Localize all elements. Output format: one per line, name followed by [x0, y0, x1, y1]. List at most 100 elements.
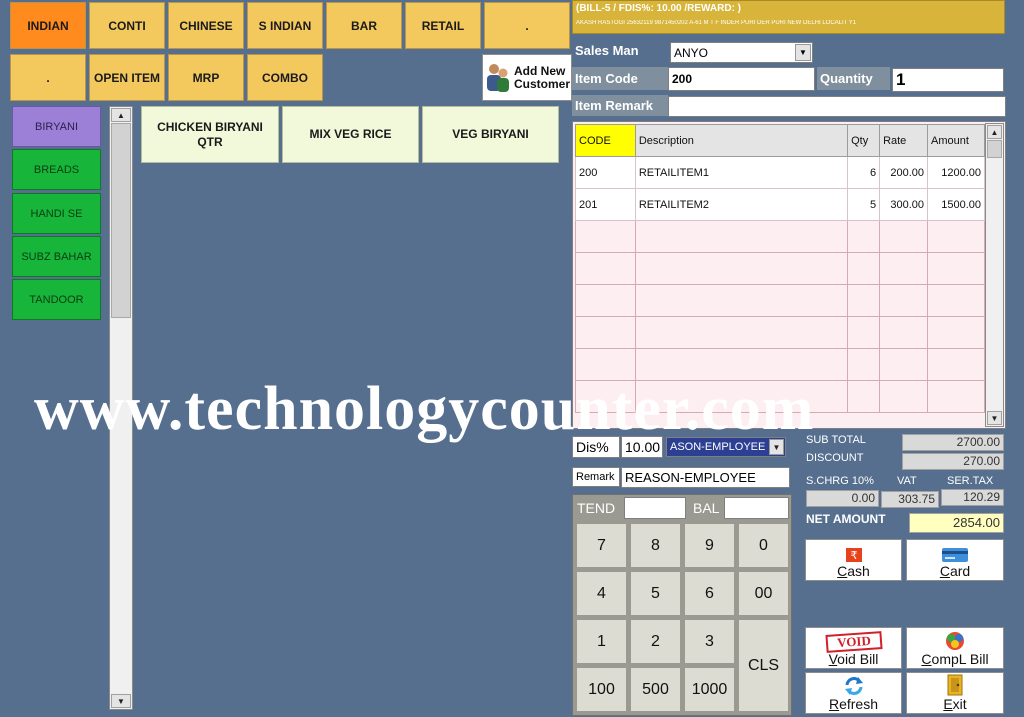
- salesman-value: ANYO: [674, 45, 709, 60]
- bill-title: (BILL-5 / FDIS%: 10.00 /REWARD: ): [576, 3, 742, 14]
- grid-scrollbar[interactable]: ▲ ▼: [985, 123, 1004, 427]
- chevron-down-icon[interactable]: ▼: [769, 439, 784, 455]
- scroll-down-icon[interactable]: ▼: [111, 694, 131, 708]
- card-label: Card: [939, 563, 971, 579]
- item-veg-biryani[interactable]: VEG BIRYANI: [422, 106, 559, 163]
- item-remark-input[interactable]: [668, 96, 1006, 117]
- table-row-empty[interactable]: [575, 316, 985, 349]
- card-button[interactable]: Card: [906, 539, 1004, 581]
- quantity-label: Quantity: [817, 67, 890, 90]
- scroll-thumb[interactable]: [111, 123, 131, 318]
- cell-description: RETAILITEM2: [634, 188, 849, 221]
- compl-bill-button[interactable]: CompL Bill: [906, 627, 1004, 669]
- item-chicken-biryani-qtr[interactable]: CHICKEN BIRYANI QTR: [141, 106, 279, 163]
- table-row-empty[interactable]: [575, 380, 985, 413]
- subcategory-scrollbar[interactable]: ▲ ▼: [109, 106, 133, 710]
- table-row-empty[interactable]: [575, 348, 985, 381]
- category-blank-1[interactable]: .: [484, 2, 570, 49]
- key-00[interactable]: 00: [738, 571, 789, 616]
- table-row-empty[interactable]: [575, 252, 985, 285]
- scroll-down-icon[interactable]: ▼: [987, 411, 1002, 425]
- cell-code: 201: [575, 188, 636, 221]
- discount-input[interactable]: 10.00: [621, 436, 663, 458]
- chevron-down-icon[interactable]: ▼: [795, 44, 811, 61]
- key-cls[interactable]: CLS: [738, 619, 789, 712]
- complimentary-icon: [946, 632, 964, 650]
- key-100[interactable]: 100: [576, 667, 627, 712]
- users-icon: [487, 63, 509, 92]
- discount-reason-value: ASON-EMPLOYEE: [670, 441, 766, 453]
- table-row-empty[interactable]: [575, 220, 985, 253]
- cash-button[interactable]: ₹ Cash: [805, 539, 902, 581]
- category-combo[interactable]: COMBO: [247, 54, 323, 101]
- add-customer-button[interactable]: Add New Customer: [482, 54, 572, 101]
- key-6[interactable]: 6: [684, 571, 735, 616]
- remark-input[interactable]: REASON-EMPLOYEE: [621, 467, 790, 488]
- bill-grid: CODE Description Qty Rate Amount 200 RET…: [572, 121, 1006, 429]
- category-bar[interactable]: BAR: [326, 2, 402, 49]
- quantity-input[interactable]: 1: [892, 68, 1004, 92]
- discount-reason-select[interactable]: ASON-EMPLOYEE ▼: [666, 437, 786, 457]
- tend-input[interactable]: [624, 497, 686, 519]
- schrg-label: S.CHRG 10%: [806, 475, 874, 487]
- col-header-description: Description: [634, 124, 849, 157]
- salesman-label: Sales Man: [575, 43, 639, 58]
- key-2[interactable]: 2: [630, 619, 681, 664]
- key-5[interactable]: 5: [630, 571, 681, 616]
- cell-description: RETAILITEM1: [634, 156, 849, 189]
- subcategory-handi-se[interactable]: HANDI SE: [12, 193, 101, 234]
- cell-code: 200: [575, 156, 636, 189]
- col-header-amount: Amount: [927, 124, 985, 157]
- category-retail[interactable]: RETAIL: [405, 2, 481, 49]
- table-row[interactable]: 200 RETAILITEM1 6 200.00 1200.00: [575, 156, 985, 189]
- item-code-input[interactable]: 200: [668, 67, 815, 91]
- rupee-icon: ₹: [845, 548, 862, 562]
- subcategory-breads[interactable]: BREADS: [12, 149, 101, 190]
- subcategory-subz-bahar[interactable]: SUBZ BAHAR: [12, 236, 101, 277]
- subcategory-biryani[interactable]: BIRYANI: [12, 106, 101, 147]
- key-1000[interactable]: 1000: [684, 667, 735, 712]
- key-1[interactable]: 1: [576, 619, 627, 664]
- category-conti[interactable]: CONTI: [89, 2, 165, 49]
- key-3[interactable]: 3: [684, 619, 735, 664]
- net-amount-value: 2854.00: [909, 513, 1004, 533]
- vat-value: 303.75: [881, 491, 939, 508]
- exit-label: Exit: [943, 696, 967, 712]
- sertax-value: 120.29: [941, 489, 1004, 506]
- bal-label: BAL: [693, 500, 720, 516]
- category-chinese[interactable]: CHINESE: [168, 2, 244, 49]
- category-mrp[interactable]: MRP: [168, 54, 244, 101]
- discount-label: Dis%: [572, 436, 620, 458]
- net-amount-label: NET AMOUNT: [806, 512, 886, 526]
- bal-input[interactable]: [724, 497, 789, 519]
- schrg-pct: 10%: [851, 475, 874, 487]
- key-9[interactable]: 9: [684, 523, 735, 568]
- item-mix-veg-rice[interactable]: MIX VEG RICE: [282, 106, 419, 163]
- table-row-empty[interactable]: [575, 284, 985, 317]
- compl-bill-label: CompL Bill: [921, 651, 989, 667]
- add-customer-label: Add New Customer: [514, 63, 571, 91]
- salesman-select[interactable]: ANYO ▼: [670, 42, 813, 63]
- category-s-indian[interactable]: S INDIAN: [247, 2, 323, 49]
- void-stamp-icon: VOID: [824, 631, 884, 653]
- table-row[interactable]: 201 RETAILITEM2 5 300.00 1500.00: [575, 188, 985, 221]
- scroll-up-icon[interactable]: ▲: [987, 125, 1002, 139]
- key-0[interactable]: 0: [738, 523, 789, 568]
- col-header-qty: Qty: [847, 124, 881, 157]
- refresh-button[interactable]: Refresh: [805, 672, 902, 714]
- exit-button[interactable]: Exit: [906, 672, 1004, 714]
- scroll-up-icon[interactable]: ▲: [111, 108, 131, 122]
- category-indian[interactable]: INDIAN: [10, 2, 86, 49]
- scroll-thumb[interactable]: [987, 140, 1002, 158]
- category-blank-2[interactable]: .: [10, 54, 86, 101]
- subcategory-tandoor[interactable]: TANDOOR: [12, 279, 101, 320]
- cell-amount: 1500.00: [927, 188, 985, 221]
- key-8[interactable]: 8: [630, 523, 681, 568]
- void-bill-button[interactable]: VOID Void Bill: [805, 627, 902, 669]
- cell-rate: 300.00: [879, 188, 929, 221]
- key-7[interactable]: 7: [576, 523, 627, 568]
- category-open-item[interactable]: OPEN ITEM: [89, 54, 165, 101]
- remark-label: Remark: [572, 467, 620, 487]
- key-500[interactable]: 500: [630, 667, 681, 712]
- key-4[interactable]: 4: [576, 571, 627, 616]
